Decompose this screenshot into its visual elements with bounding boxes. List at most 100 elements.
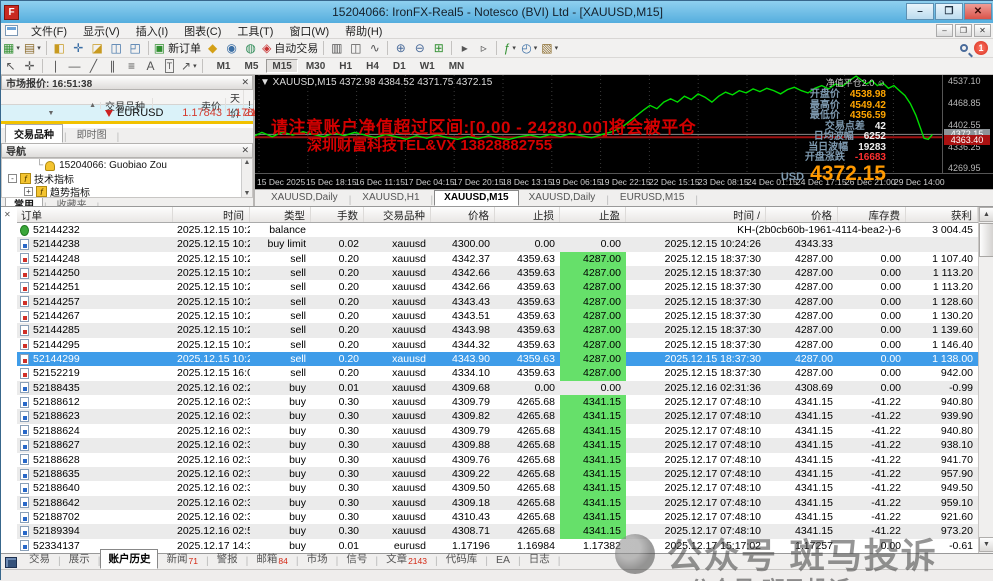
menu-图表(C)[interactable]: 图表(C) (176, 22, 229, 40)
child-close-button[interactable]: ✕ (974, 24, 991, 37)
market-watch-scroll-down[interactable]: ▼ (1, 110, 101, 117)
table-row[interactable]: 521884352025.12.16 02:29:30buy0.01xauusd… (17, 381, 978, 395)
label-tool-icon[interactable]: T (160, 58, 179, 75)
table-row[interactable]: 521886272025.12.16 02:30:21buy0.30xauusd… (17, 438, 978, 452)
column-header-0[interactable]: 订单 (17, 207, 173, 222)
chart-tab-1[interactable]: XAUUSD,H1 (352, 190, 429, 206)
table-row[interactable]: 521886352025.12.16 02:31:10buy0.30xauusd… (17, 467, 978, 481)
market-watch-tab-即时图[interactable]: 即时图 (68, 124, 116, 143)
terminal-tab-展示[interactable]: 展示 (61, 549, 98, 569)
metaeditor-icon[interactable]: ◆ (203, 40, 222, 57)
chart-shift-icon[interactable]: ▹ (474, 40, 493, 57)
collapse-icon[interactable]: - (8, 174, 17, 183)
table-row[interactable]: 521442572025.12.15 10:25:12sell0.20xauus… (17, 295, 978, 309)
timeframe-M30[interactable]: M30 (300, 59, 331, 73)
chart-tab-4[interactable]: EURUSD,M15 (610, 190, 694, 206)
scroll-thumb[interactable] (979, 223, 993, 257)
terminal-tab-新闻[interactable]: 新闻71 (158, 549, 205, 569)
market-watch-scroll-up[interactable]: ▲ (1, 102, 101, 109)
navigator-scrollbar[interactable]: ▲▼ (241, 159, 252, 197)
terminal-tab-账户历史[interactable]: 账户历史 (100, 549, 158, 569)
table-row[interactable]: 521893942025.12.16 02:54:01buy0.30xauusd… (17, 524, 978, 538)
column-header-6[interactable]: 止损 (495, 207, 560, 222)
column-header-7[interactable]: 止盈 (560, 207, 626, 222)
timeframe-H1[interactable]: H1 (333, 59, 358, 73)
column-header-2[interactable]: 类型 (250, 207, 311, 222)
timeframe-W1[interactable]: W1 (414, 59, 441, 73)
autotrading-icon[interactable]: ◈自动交易 (260, 40, 320, 57)
terminal-close-icon[interactable]: ✕ (4, 210, 11, 219)
table-row[interactable]: 521442852025.12.15 10:25:54sell0.20xauus… (17, 323, 978, 337)
minimize-button[interactable]: – (906, 3, 934, 20)
table-row[interactable]: 521442672025.12.15 10:25:25sell0.20xauus… (17, 309, 978, 323)
column-header-8[interactable]: 时间 / (626, 207, 766, 222)
horizontal-line-tool-icon[interactable]: ― (65, 58, 84, 75)
community-icon[interactable]: ◍ (241, 40, 260, 57)
menu-窗口(W)[interactable]: 窗口(W) (281, 22, 337, 40)
chart-tab-2[interactable]: XAUUSD,M15 (434, 190, 518, 206)
cursor-tool-icon[interactable]: ↖ (1, 58, 20, 75)
timeframe-M15[interactable]: M15 (266, 59, 297, 73)
column-header-3[interactable]: 手数 (311, 207, 364, 222)
notification-badge[interactable]: 1 (974, 41, 988, 55)
navigator-toggle-icon[interactable]: ◪ (88, 40, 107, 57)
arrows-tool-icon[interactable]: ↗▾ (179, 58, 199, 75)
table-row[interactable]: 521442952025.12.15 10:26:13sell0.20xauus… (17, 338, 978, 352)
timeframe-D1[interactable]: D1 (387, 59, 412, 73)
chart-tab-3[interactable]: XAUUSD,Daily (519, 190, 606, 206)
table-row[interactable]: 521442322025.12.15 10:23:53balanceKH-(2b… (17, 223, 978, 237)
strategy-tester-icon[interactable]: ◰ (126, 40, 145, 57)
indicators-icon[interactable]: ƒ▾ (500, 40, 519, 57)
child-minimize-button[interactable]: – (936, 24, 953, 37)
channel-tool-icon[interactable]: ∥ (103, 58, 122, 75)
zoom-out-icon[interactable]: ⊖ (410, 40, 429, 57)
child-restore-button[interactable]: ❐ (955, 24, 972, 37)
table-scrollbar[interactable]: ▲ ▼ (978, 207, 993, 553)
chart-tab-0[interactable]: XAUUSD,Daily (261, 190, 348, 206)
terminal-tab-交易[interactable]: 交易 (21, 549, 58, 569)
column-header-11[interactable]: 获利 (906, 207, 978, 222)
text-tool-icon[interactable]: A (141, 58, 160, 75)
periods-icon[interactable]: ◴▾ (519, 40, 539, 57)
table-row[interactable]: 521442502025.12.15 10:24:55sell0.20xauus… (17, 266, 978, 280)
zoom-in-icon[interactable]: ⊕ (391, 40, 410, 57)
timeframe-M5[interactable]: M5 (238, 59, 264, 73)
menu-显示(V)[interactable]: 显示(V) (75, 22, 128, 40)
column-header-1[interactable]: 时间 (173, 207, 250, 222)
search-icon[interactable] (960, 44, 968, 52)
terminal-tab-日志[interactable]: 日志 (521, 549, 558, 569)
menu-插入(I)[interactable]: 插入(I) (128, 22, 176, 40)
crosshair-tool-icon[interactable]: ✛ (20, 58, 39, 75)
menu-帮助(H)[interactable]: 帮助(H) (337, 22, 390, 40)
table-row[interactable]: 521442382025.12.15 10:24:10buy limit0.02… (17, 237, 978, 251)
templates-icon[interactable]: ▧▾ (539, 40, 560, 57)
restore-button[interactable]: ❐ (935, 3, 963, 20)
navigator-trend-item[interactable]: + f 趋势指标 (2, 185, 252, 198)
table-row[interactable]: 521886122025.12.16 02:30:00buy0.30xauusd… (17, 395, 978, 409)
scroll-down-icon[interactable]: ▼ (979, 537, 993, 552)
bar-chart-mode-icon[interactable]: ▥ (327, 40, 346, 57)
data-window-icon[interactable]: ✛ (69, 40, 88, 57)
market-watch-close-icon[interactable]: ✕ (241, 77, 249, 88)
table-row[interactable]: 521886242025.12.16 02:30:15buy0.30xauusd… (17, 424, 978, 438)
table-row[interactable]: 521886402025.12.16 02:31:25buy0.30xauusd… (17, 481, 978, 495)
chart-area[interactable]: ▼ XAUUSD,M15 4372.98 4384.52 4371.75 437… (255, 75, 993, 173)
table-row[interactable]: 521442992025.12.15 10:26:28sell0.20xauus… (17, 352, 978, 366)
terminal-toggle-icon[interactable]: ◫ (107, 40, 126, 57)
table-row[interactable]: 521886282025.12.16 02:30:30buy0.30xauusd… (17, 453, 978, 467)
table-row[interactable]: 521887022025.12.16 02:36:39buy0.30xauusd… (17, 510, 978, 524)
scroll-up-icon[interactable]: ▲ (979, 207, 993, 222)
fibonacci-tool-icon[interactable]: ≡ (122, 58, 141, 75)
market-watch-toggle-icon[interactable]: ◧ (50, 40, 69, 57)
tile-windows-icon[interactable]: ⊞ (429, 40, 448, 57)
table-row[interactable]: 521886232025.12.16 02:30:09buy0.30xauusd… (17, 409, 978, 423)
navigator-close-icon[interactable]: ✕ (241, 145, 249, 156)
table-row[interactable]: 521442512025.12.15 10:25:00sell0.20xauus… (17, 280, 978, 294)
terminal-tab-代码库[interactable]: 代码库 (438, 549, 486, 569)
terminal-tab-市场[interactable]: 市场 (299, 549, 336, 569)
new-order-icon[interactable]: ▣新订单 (152, 40, 203, 57)
candlestick-mode-icon[interactable]: ◫ (346, 40, 365, 57)
auto-scroll-icon[interactable]: ▸ (455, 40, 474, 57)
line-chart-mode-icon[interactable]: ∿ (365, 40, 384, 57)
profiles-icon[interactable]: ▤▾ (22, 40, 43, 57)
